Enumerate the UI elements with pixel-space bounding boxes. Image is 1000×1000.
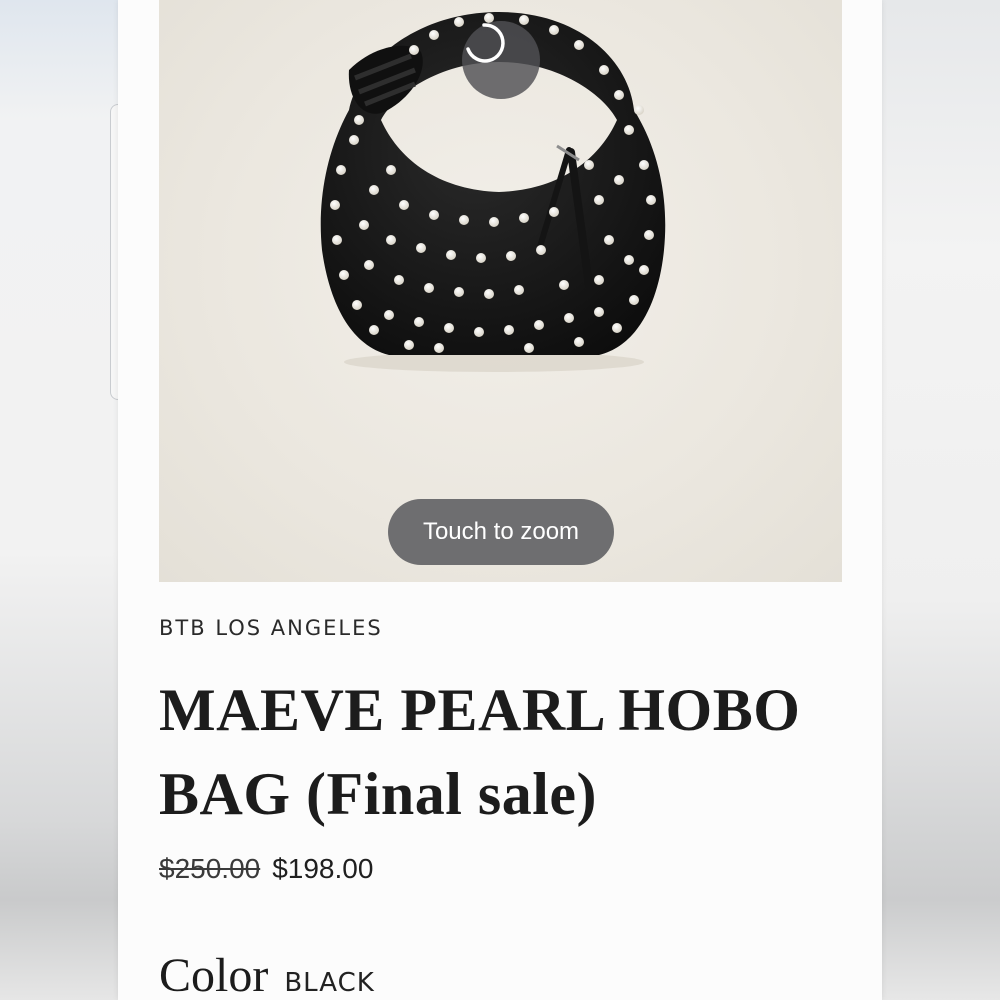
- brand-name[interactable]: BTB LOS ANGELES: [159, 616, 383, 640]
- touch-to-zoom-hint[interactable]: Touch to zoom: [388, 499, 614, 565]
- product-image[interactable]: Touch to zoom: [159, 0, 842, 582]
- background-right-blur: [882, 0, 1000, 1000]
- product-title: MAEVE PEARL HOBO BAG (Final sale): [159, 677, 801, 827]
- loading-spinner-icon: [462, 21, 540, 99]
- color-row: Color BLACK: [159, 948, 375, 1000]
- price-row: $250.00 $198.00: [159, 853, 373, 885]
- product-page: Touch to zoom BTB LOS ANGELES MAEVE PEAR…: [118, 0, 882, 1000]
- original-price: $250.00: [159, 853, 261, 884]
- color-label: Color: [159, 949, 269, 1000]
- selected-color-value: BLACK: [284, 968, 375, 998]
- background-left-blur: [0, 0, 126, 1000]
- sale-price: $198.00: [272, 853, 374, 884]
